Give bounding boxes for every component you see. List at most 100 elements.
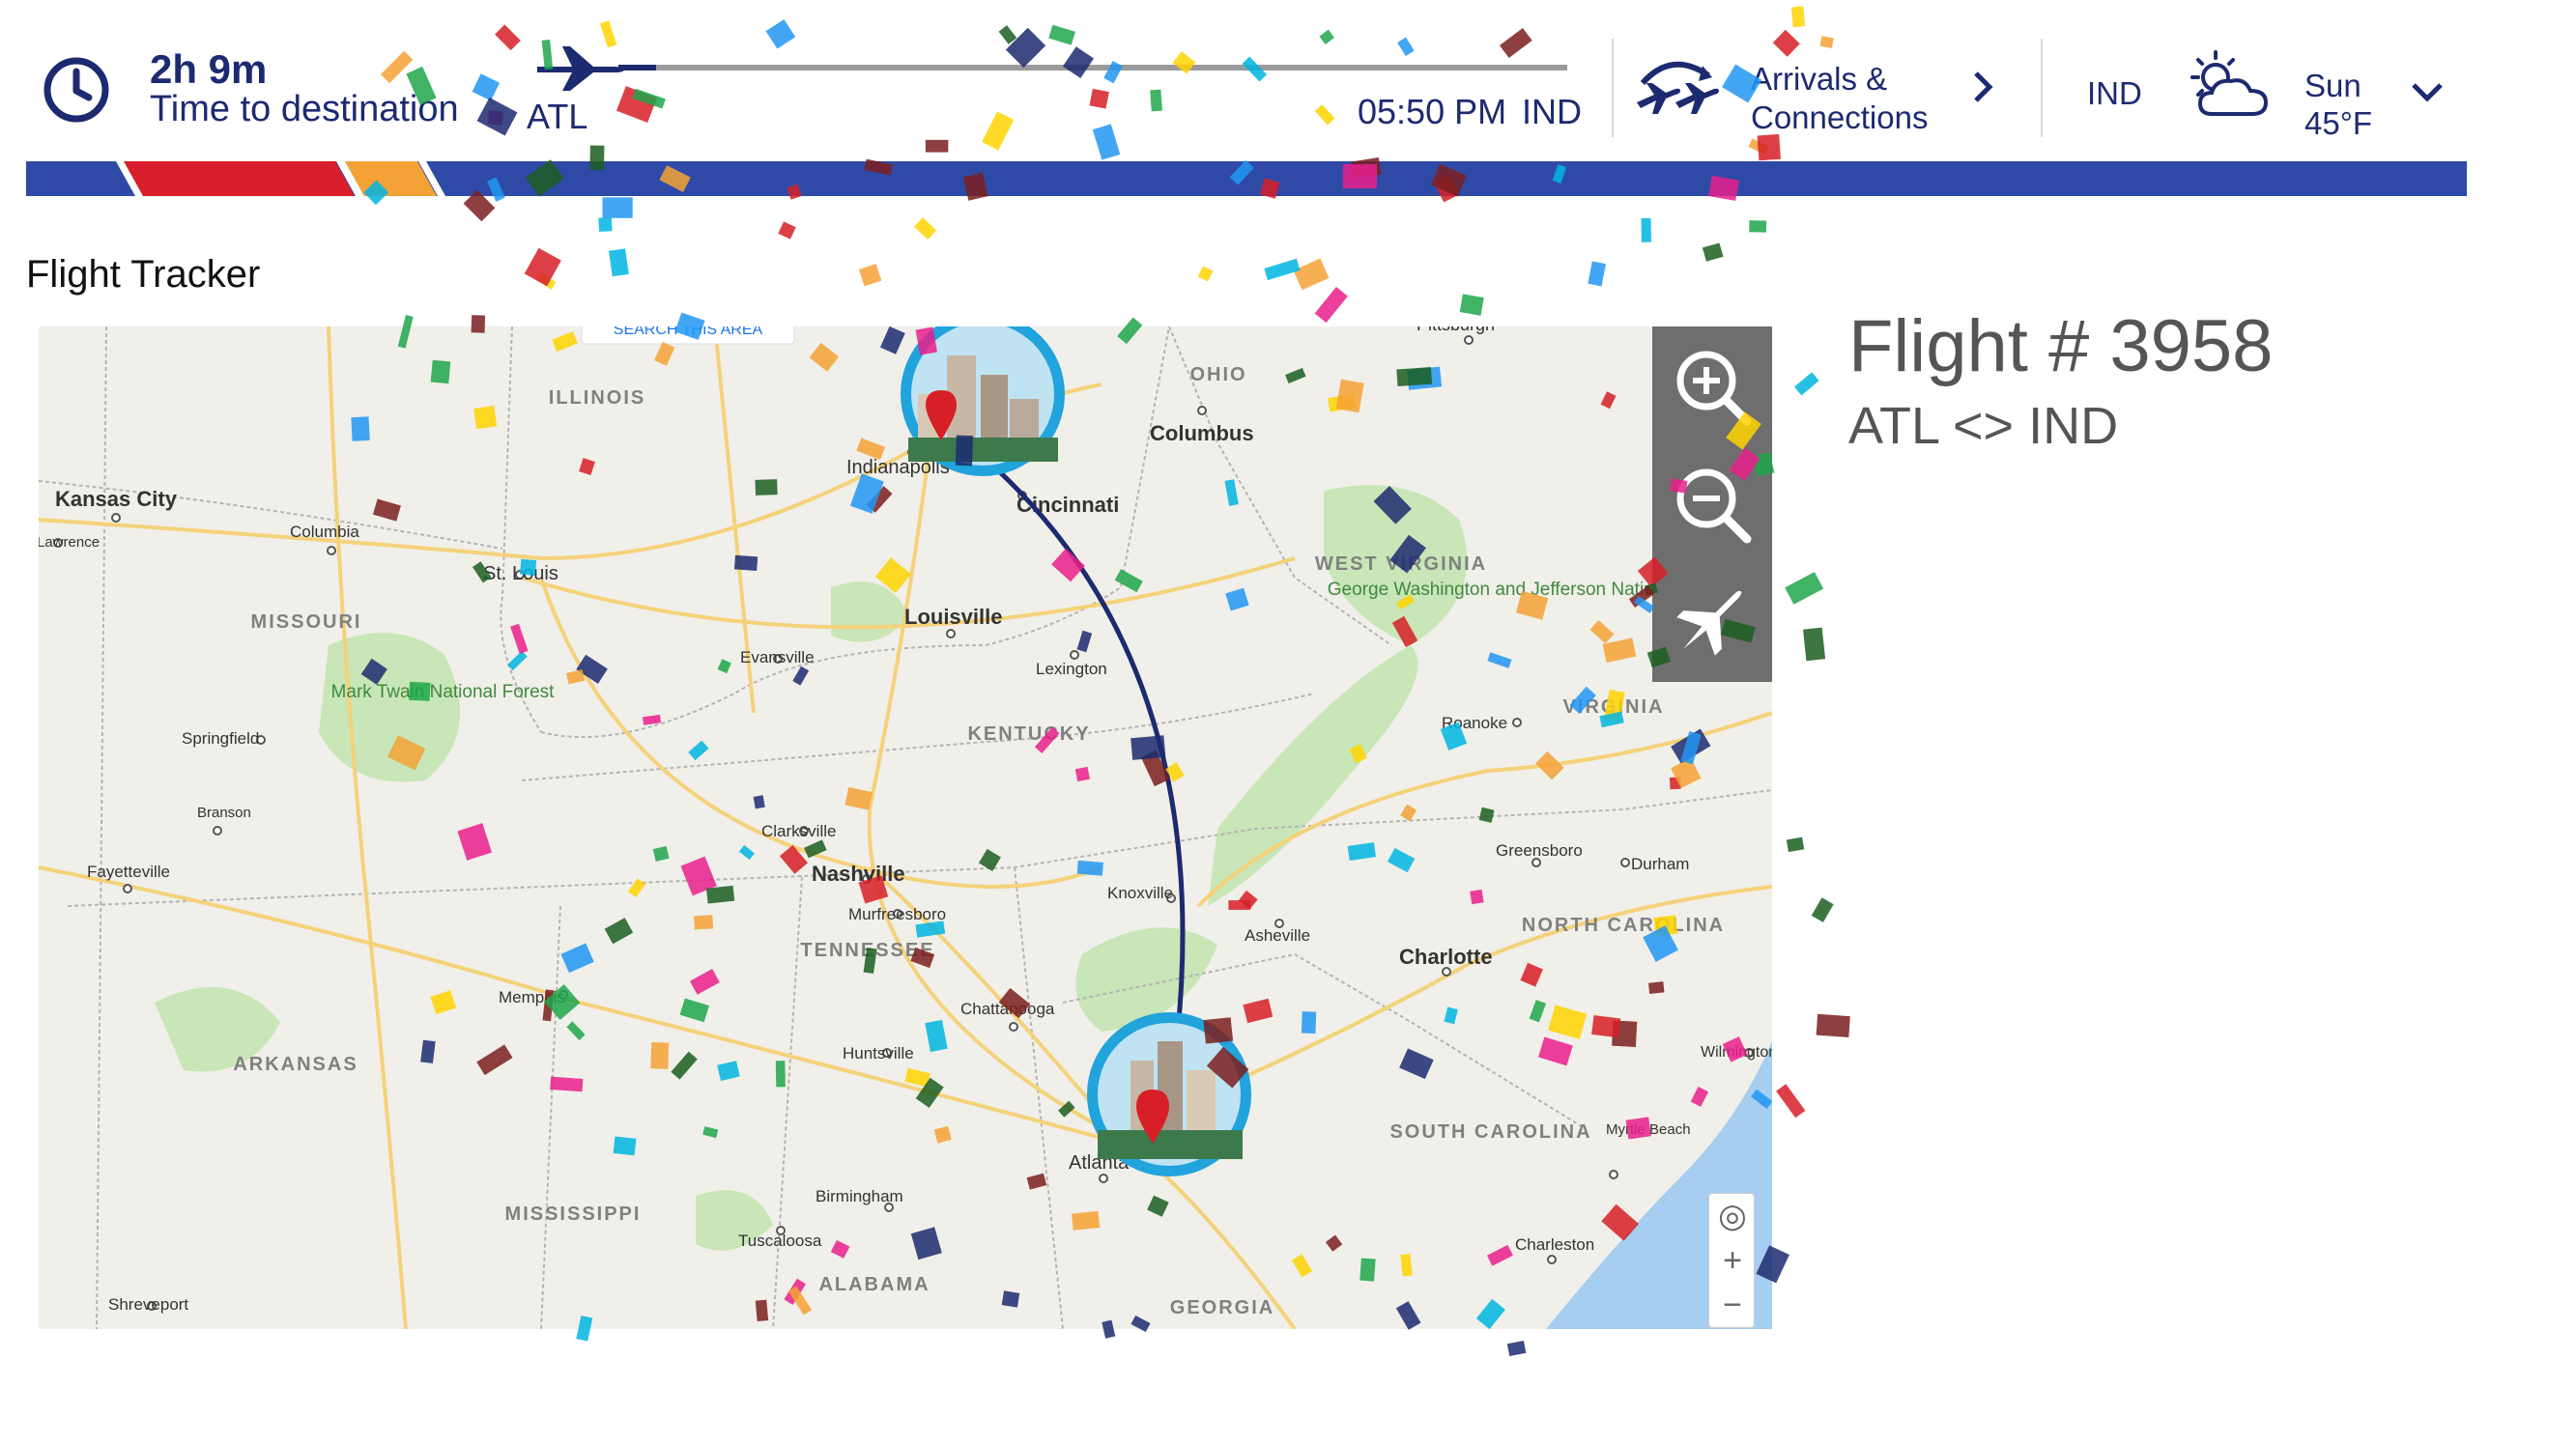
city-label: Greensboro [1496, 841, 1583, 860]
city-label: Fayetteville [87, 863, 170, 881]
confetti-piece [1794, 372, 1819, 396]
arrivals-connections-label: Arrivals & Connections [1751, 61, 1929, 135]
state-label: MISSOURI [251, 611, 362, 633]
city-label: Myrtle Beach [1606, 1121, 1691, 1138]
confetti-piece [914, 217, 937, 240]
flight-map[interactable]: ILLINOIS OHIO MISSOURI KENTUCKY WEST VIR… [39, 326, 1772, 1329]
arrivals-connections-icon [1637, 61, 1719, 114]
city-label: Springfield [182, 729, 259, 748]
city-label: Columbus [1150, 421, 1254, 445]
time-remaining: 2h 9m [150, 46, 268, 92]
arrivals-connections-button[interactable]: Arrivals & Connections [1633, 48, 2019, 145]
confetti-piece [1702, 242, 1724, 262]
arrival-time: 05:50 PM [1358, 92, 1507, 131]
confetti-piece [602, 197, 633, 218]
city-label: Shreveport [108, 1295, 188, 1314]
flight-number: Flight # 3958 [1848, 305, 2274, 387]
confetti-piece [1776, 1084, 1806, 1119]
header-divider [2041, 39, 2043, 137]
confetti-piece [536, 272, 557, 290]
city-label: Durham [1631, 855, 1689, 873]
brand-stripe [26, 161, 2467, 196]
search-this-area-label: SEARCH THIS AREA [614, 326, 763, 338]
weather-temperature: 45°F [2304, 105, 2373, 141]
plane-progress-icon [537, 46, 624, 91]
confetti-piece [1459, 294, 1484, 316]
origin-code: ATL [527, 97, 588, 136]
weather-day: Sun [2304, 68, 2361, 103]
weather-widget[interactable]: IND Sun 45°F [2068, 48, 2454, 145]
city-label: Kansas City [55, 487, 178, 511]
city-label: Lawrence [39, 534, 100, 551]
map-zoom-out-button[interactable]: − [1709, 1283, 1756, 1327]
city-label: Tuscaloosa [738, 1232, 822, 1250]
confetti-piece [1588, 261, 1607, 287]
confetti-piece [1785, 572, 1824, 605]
city-label: St. Louis [483, 563, 558, 584]
city-label: Roanoke [1442, 714, 1507, 732]
city-label: Nashville [812, 862, 905, 886]
state-label: WEST VIRGINIA [1315, 553, 1487, 575]
forest-label-text: Mark Twain National Forest [331, 682, 556, 702]
city-label: Memphis [499, 988, 565, 1006]
search-this-area-button[interactable]: SEARCH THIS AREA [581, 326, 795, 345]
city-label: Lexington [1036, 660, 1107, 678]
city-label: Wilmington [1701, 1044, 1772, 1061]
confetti-piece [1749, 220, 1767, 233]
zoom-in-icon[interactable] [1652, 326, 1772, 442]
confetti-piece [1811, 897, 1834, 922]
state-label: GEORGIA [1170, 1297, 1274, 1318]
city-label: Evansville [740, 648, 815, 666]
map-control-panel [1652, 326, 1772, 682]
time-to-destination-label: Time to destination [150, 89, 459, 129]
map-canvas: ILLINOIS OHIO MISSOURI KENTUCKY WEST VIR… [39, 326, 1772, 1329]
confetti-piece [1506, 1340, 1527, 1357]
partly-cloudy-icon [2190, 50, 2269, 116]
confetti-piece [1314, 286, 1348, 324]
flight-header: 2h 9m Time to destination ATL 05:50 PM I… [0, 0, 2576, 196]
state-label: ILLINOIS [549, 387, 645, 409]
city-label: Pittsburgh [1417, 326, 1495, 334]
state-label: OHIO [1189, 364, 1246, 385]
destination-city-badge[interactable] [901, 326, 1065, 476]
city-label: Asheville [1245, 926, 1310, 945]
flight-route: ATL <> IND [1848, 397, 2119, 455]
confetti-piece [1641, 217, 1651, 242]
city-label: Charlotte [1399, 945, 1493, 969]
state-label: NORTH CAROLINA [1522, 915, 1725, 936]
state-label: TENNESSEE [800, 940, 934, 961]
state-label: ARKANSAS [233, 1054, 358, 1075]
origin-city-badge[interactable] [1087, 1012, 1251, 1176]
confetti-piece [1803, 627, 1826, 662]
city-label: Branson [197, 805, 251, 821]
confetti-piece [1264, 258, 1301, 281]
flight-progress-track [618, 65, 1567, 71]
clock-icon [43, 57, 109, 123]
zoom-out-icon[interactable] [1652, 444, 1772, 560]
city-label: Clarksville [761, 822, 836, 840]
header-divider [1612, 39, 1614, 137]
city-label: Louisville [904, 605, 1002, 629]
plane-icon[interactable] [1652, 562, 1772, 678]
confetti-piece [1786, 836, 1805, 853]
weather-airport-code: IND [2087, 75, 2142, 111]
state-label: KENTUCKY [967, 723, 1090, 745]
confetti-piece [1293, 258, 1330, 291]
chevron-right-icon [1974, 71, 1993, 102]
confetti-piece [524, 247, 561, 287]
city-label: Columbia [290, 523, 359, 541]
state-label: SOUTH CAROLINA [1389, 1121, 1591, 1143]
map-zoom-in-button[interactable]: + [1709, 1238, 1756, 1283]
section-title: Flight Tracker [26, 253, 261, 296]
confetti-piece [778, 221, 796, 240]
state-label: VIRGINIA [1563, 696, 1665, 718]
confetti-piece [598, 216, 613, 232]
forest-label: Mark Twain National Forest [331, 682, 556, 702]
state-label: ALABAMA [818, 1274, 930, 1295]
chevron-down-icon[interactable] [2408, 77, 2447, 106]
city-label: Chattanooga [960, 1000, 1055, 1018]
city-label: Birmingham [816, 1187, 903, 1205]
locate-icon[interactable]: ◎ [1709, 1194, 1756, 1238]
map-mini-controls: ◎ + − [1708, 1193, 1755, 1328]
confetti-piece [1197, 266, 1214, 282]
